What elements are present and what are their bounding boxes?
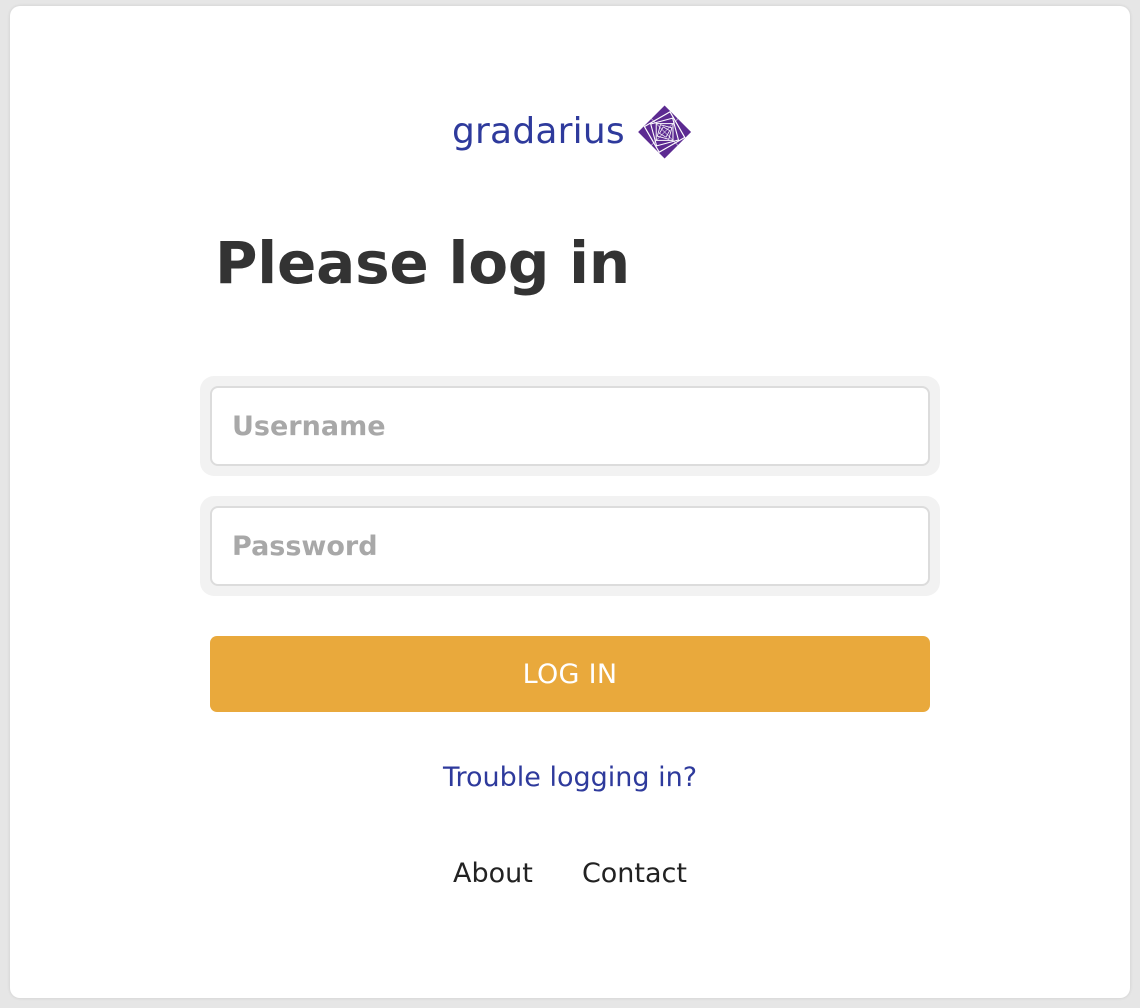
username-field-wrapper [200,376,940,476]
page-title: Please log in [215,229,630,297]
gradarius-diamond-logo-icon [637,105,691,159]
username-input[interactable] [210,386,930,466]
contact-link[interactable]: Contact [582,858,687,889]
password-field-wrapper [200,496,940,596]
about-link[interactable]: About [453,858,533,889]
login-card: gradarius Please log in LOG IN Trouble l… [10,6,1130,998]
brand-name: gradarius [452,111,625,152]
footer-links: About Contact [10,858,1130,889]
trouble-logging-in-link[interactable]: Trouble logging in? [10,762,1130,793]
password-input[interactable] [210,506,930,586]
brand-header: gradarius [452,102,692,162]
login-button[interactable]: LOG IN [210,636,930,712]
